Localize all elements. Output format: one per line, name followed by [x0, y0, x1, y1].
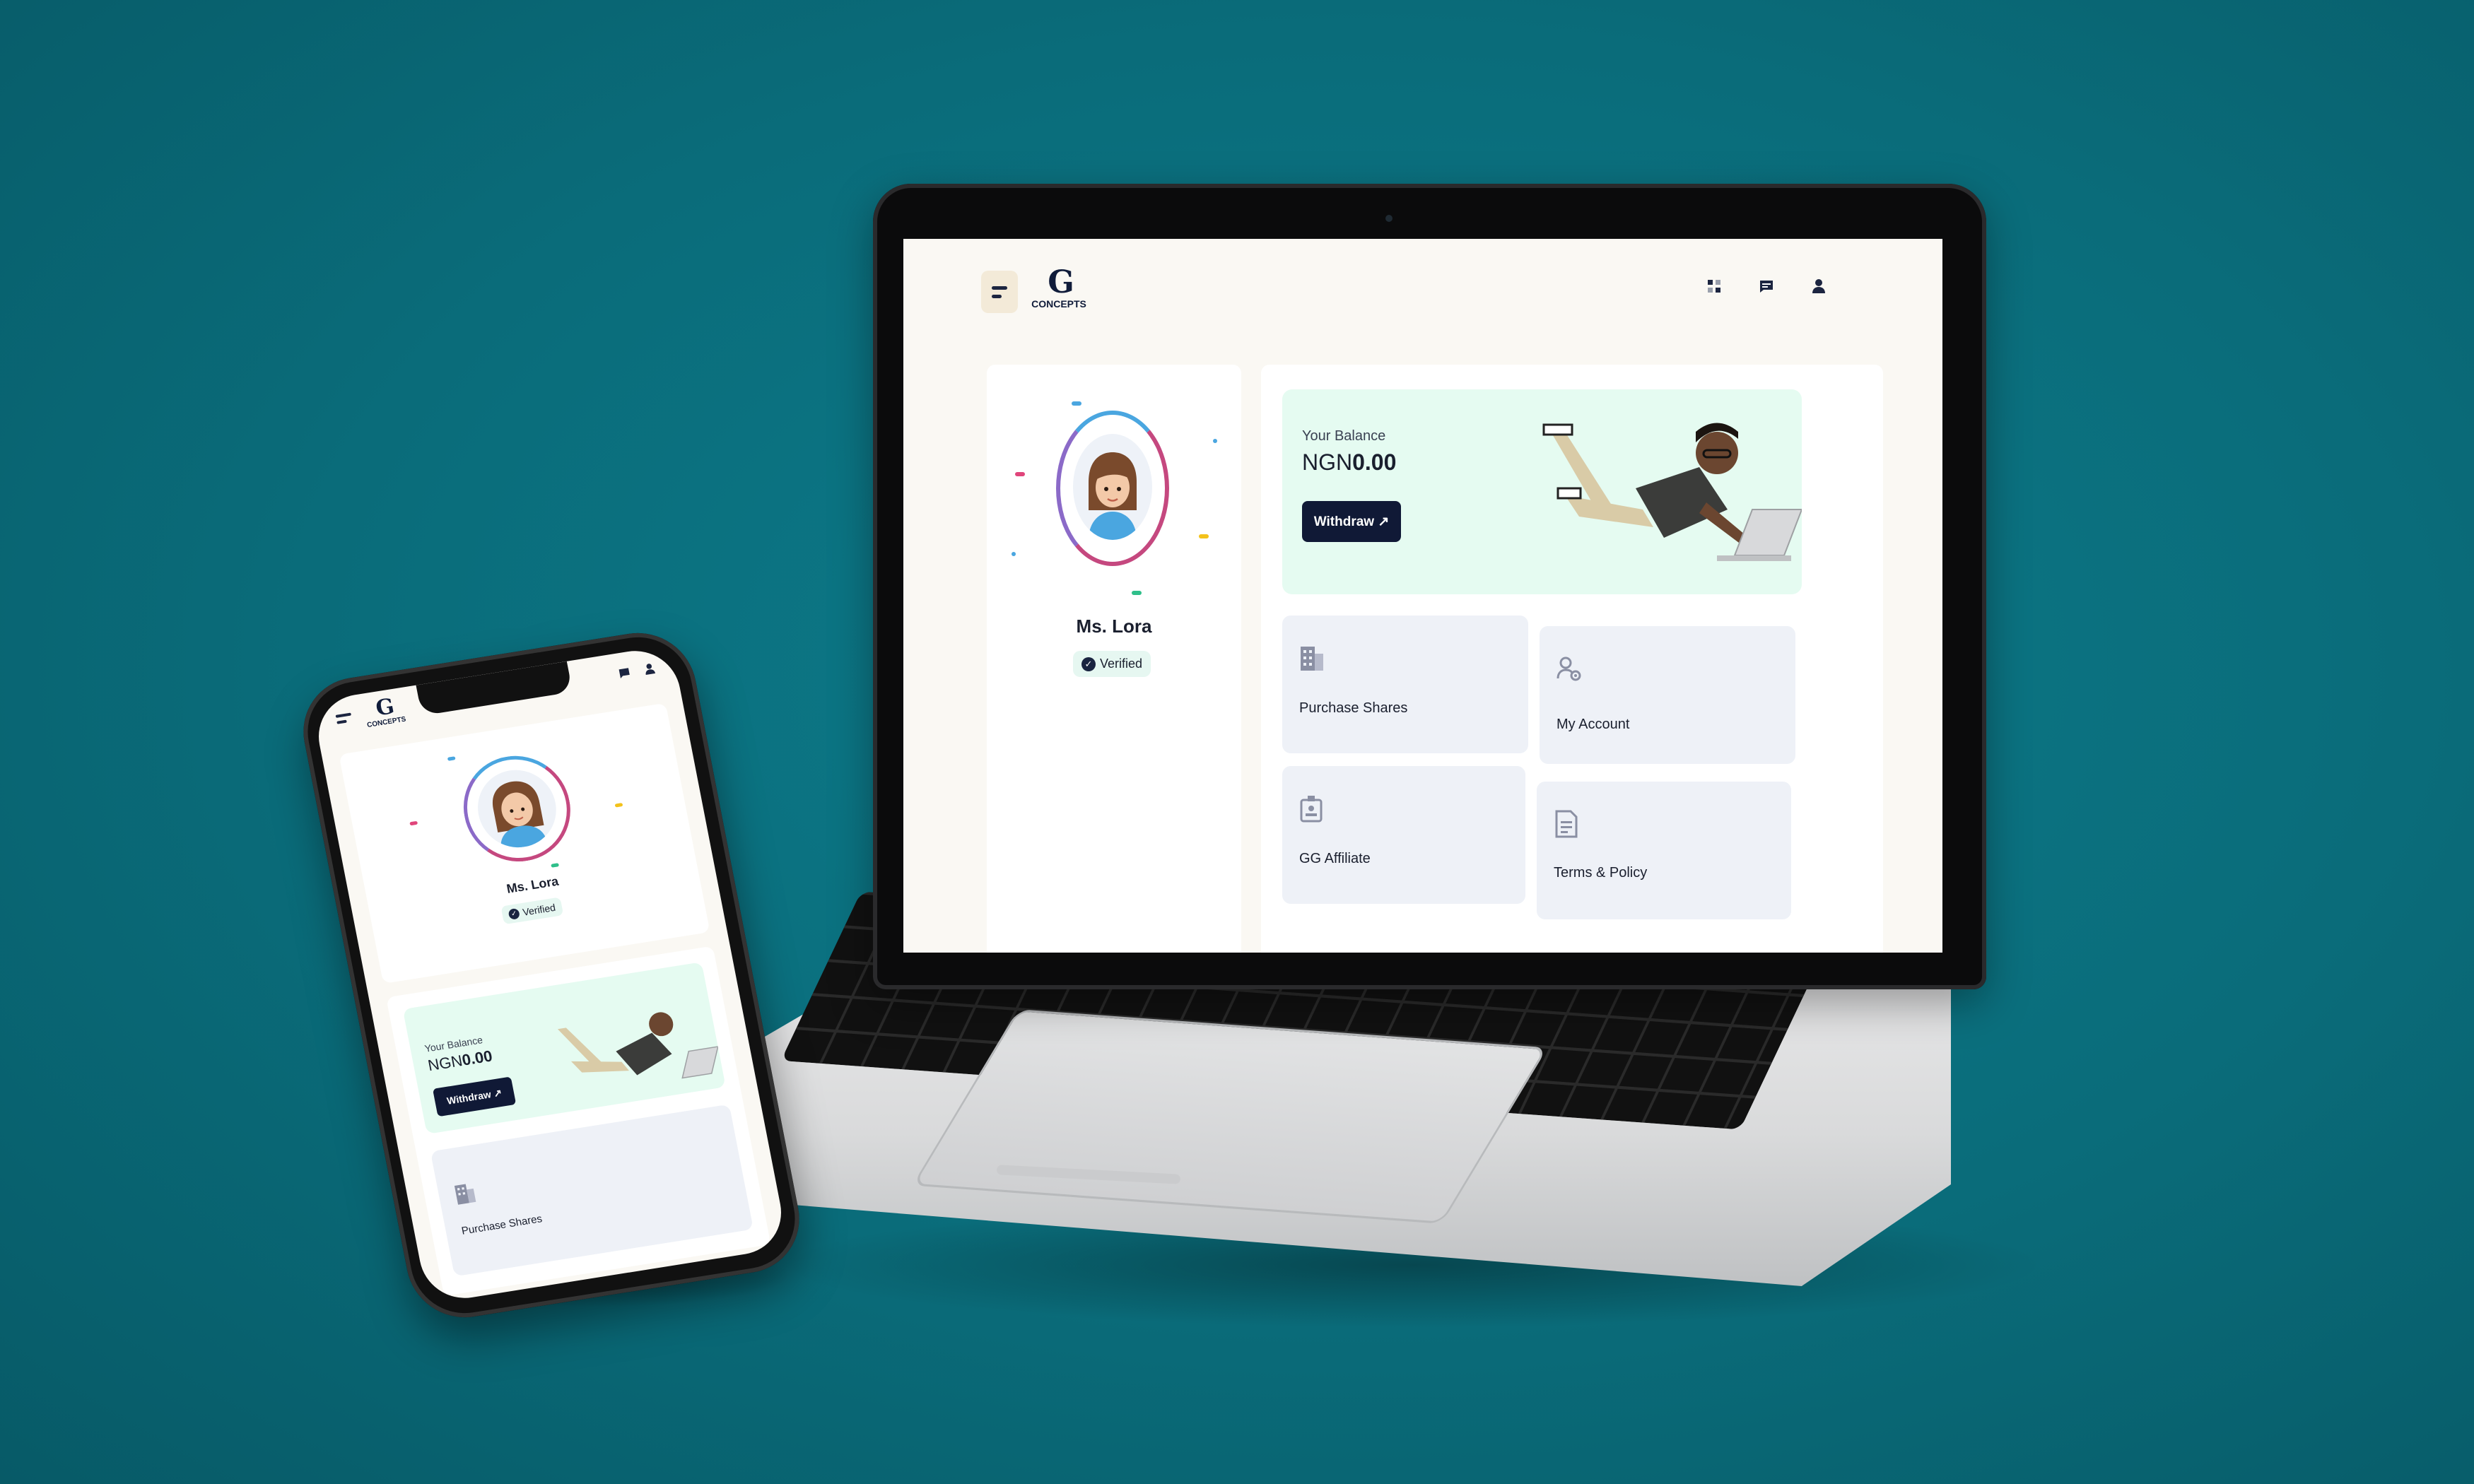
building-icon: [454, 1184, 476, 1205]
avatar[interactable]: [1073, 434, 1152, 540]
laptop-screen: G CONCEPTS Ms. Lora ✓ Verified Your Bala…: [903, 239, 1942, 953]
confetti: [1132, 591, 1142, 595]
verified-label: Verified: [1100, 656, 1143, 671]
verified-badge: ✓ Verified: [500, 897, 564, 925]
grid-icon[interactable]: [1704, 276, 1725, 297]
confetti: [1072, 401, 1081, 406]
laptop-camera: [1385, 215, 1393, 222]
verified-badge: ✓ Verified: [1073, 651, 1151, 677]
balance-currency: NGN: [1302, 449, 1353, 475]
check-icon: ✓: [508, 907, 520, 920]
balance-card: Your Balance NGN0.00 Withdraw ↗: [402, 962, 726, 1134]
tile-label: GG Affiliate: [1299, 851, 1371, 866]
tile-my-account[interactable]: My Account: [1540, 626, 1795, 764]
menu-bar: [992, 294, 1002, 298]
id-badge-icon: [1300, 796, 1323, 823]
laptop-trackpad: [912, 1009, 1548, 1224]
building-icon: [1301, 647, 1323, 671]
user-icon[interactable]: [1808, 276, 1829, 297]
balance-value: 0.00: [1352, 449, 1397, 475]
message-icon[interactable]: [1756, 276, 1777, 297]
tile-label: Purchase Shares: [460, 1213, 544, 1237]
person-laptop-illustration: [1542, 423, 1802, 561]
tile-label: Purchase Shares: [1299, 700, 1408, 716]
profile-name: Ms. Lora: [1076, 616, 1152, 637]
balance-amount: NGN0.00: [1302, 449, 1396, 476]
message-icon[interactable]: [617, 666, 632, 680]
confetti: [1012, 552, 1016, 556]
confetti: [409, 820, 418, 826]
tile-purchase-shares[interactable]: Purchase Shares: [430, 1104, 754, 1277]
app-logo[interactable]: G CONCEPTS: [1027, 267, 1091, 310]
balance-currency: NGN: [426, 1052, 464, 1075]
app-logo[interactable]: G CONCEPTS: [357, 694, 411, 730]
menu-bar: [336, 719, 347, 724]
tile-gg-affiliate[interactable]: GG Affiliate: [1282, 766, 1525, 904]
confetti: [1213, 439, 1217, 443]
user-icon[interactable]: [642, 661, 657, 676]
phone-screen: G CONCEPTS Ms. Lora ✓ Verified Your Bala…: [311, 644, 789, 1305]
tile-label: Terms & Policy: [1554, 865, 1648, 881]
menu-bar: [335, 712, 352, 718]
balance-label: Your Balance: [1302, 428, 1386, 444]
confetti: [614, 802, 623, 808]
balance-value: 0.00: [460, 1047, 494, 1069]
header-icons: [1704, 276, 1829, 297]
profile-card: Ms. Lora ✓ Verified: [339, 702, 710, 984]
balance-card: Your Balance NGN0.00 Withdraw ↗: [1282, 389, 1802, 594]
confetti: [1199, 534, 1209, 538]
tile-purchase-shares[interactable]: Purchase Shares: [1282, 616, 1528, 753]
confetti: [551, 863, 560, 868]
logo-word: CONCEPTS: [1031, 298, 1086, 310]
confetti: [447, 756, 456, 761]
withdraw-button[interactable]: Withdraw ↗: [432, 1076, 517, 1117]
withdraw-button[interactable]: Withdraw ↗: [1302, 501, 1401, 542]
user-settings-icon: [1556, 656, 1581, 681]
document-icon: [1555, 810, 1578, 838]
profile-card: Ms. Lora ✓ Verified: [987, 365, 1241, 953]
menu-toggle-button[interactable]: [335, 712, 353, 728]
person-laptop-illustration: [557, 1012, 719, 1079]
tile-label: My Account: [1556, 717, 1630, 732]
tile-terms-policy[interactable]: Terms & Policy: [1537, 782, 1791, 919]
menu-toggle-button[interactable]: [981, 271, 1018, 313]
logo-mark: G: [1048, 264, 1074, 300]
confetti: [1015, 472, 1025, 476]
verified-label: Verified: [521, 901, 557, 918]
dashboard-card: Your Balance NGN0.00 Withdraw ↗ Purchase…: [1261, 365, 1883, 953]
dashboard-card: Your Balance NGN0.00 Withdraw ↗ Purchase…: [386, 946, 771, 1297]
header-icons: [617, 661, 657, 680]
menu-bar: [992, 285, 1007, 290]
check-icon: ✓: [1081, 656, 1096, 671]
